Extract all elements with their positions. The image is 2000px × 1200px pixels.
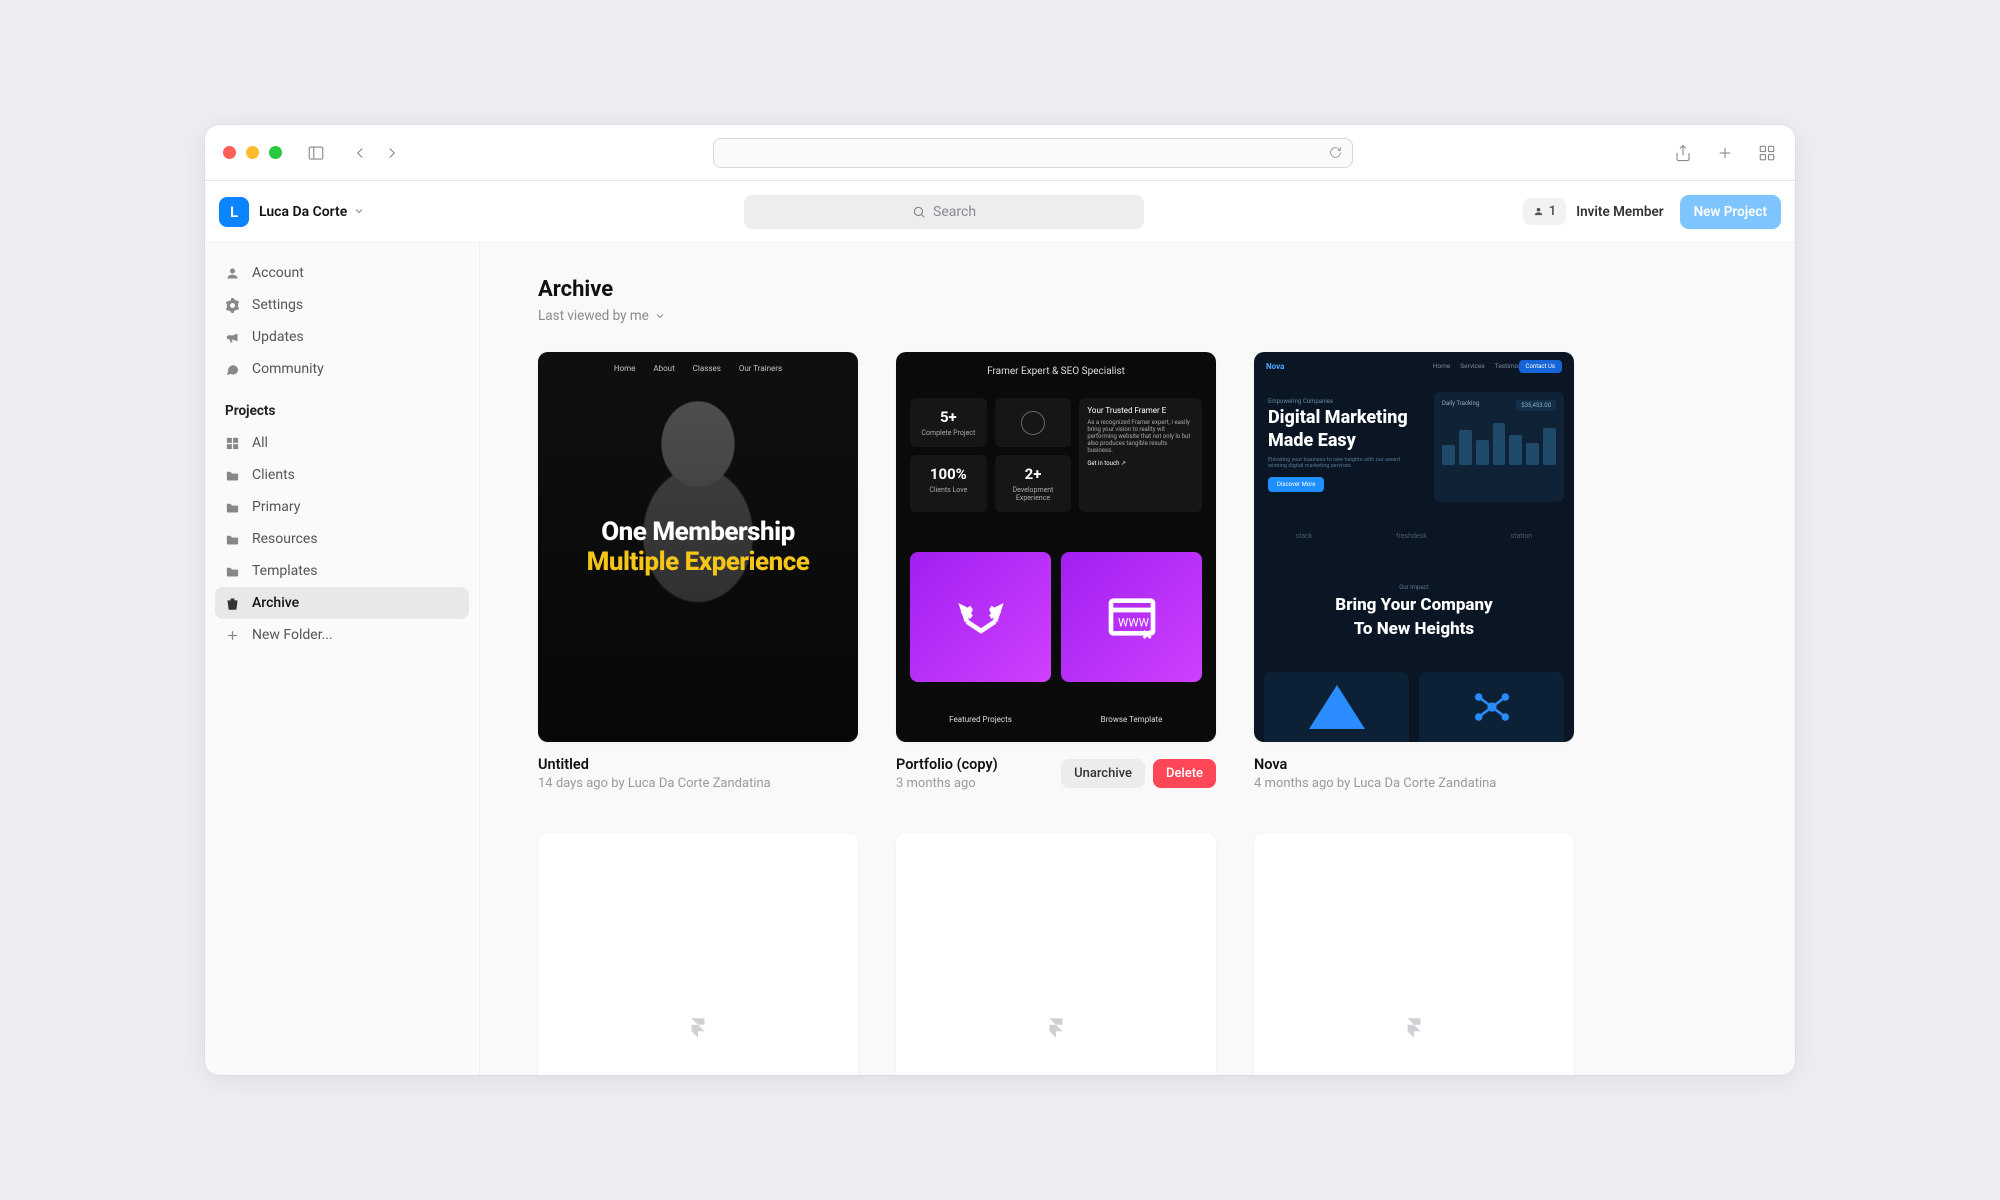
framer-icon	[1043, 1015, 1069, 1041]
project-thumbnail-empty	[538, 833, 858, 1075]
project-title: Untitled	[538, 756, 858, 773]
project-card[interactable]	[538, 833, 858, 1075]
back-icon[interactable]	[350, 143, 370, 163]
sidebar-item-label: Updates	[252, 329, 304, 345]
sort-dropdown[interactable]: Last viewed by me	[538, 308, 1737, 324]
framer-icon	[1401, 1015, 1427, 1041]
gear-icon	[225, 298, 240, 313]
sidebar-item-label: New Folder...	[252, 627, 333, 643]
sidebar: Account Settings Updates Community Proje…	[205, 243, 480, 1075]
new-project-button[interactable]: New Project	[1680, 195, 1781, 229]
project-card[interactable]: Nova HomeServicesTestimonialsPricing Con…	[1254, 352, 1574, 791]
project-grid: Home About Classes Our Trainers One Memb…	[538, 352, 1737, 1075]
chevron-down-icon	[654, 310, 666, 322]
grid-icon	[225, 436, 240, 451]
sidebar-item-label: All	[252, 435, 268, 451]
project-card[interactable]: Framer Expert & SEO Specialist 5+Complet…	[896, 352, 1216, 791]
sidebar-item-all[interactable]: All	[215, 427, 469, 459]
plus-icon	[225, 628, 240, 643]
sidebar-item-updates[interactable]: Updates	[215, 321, 469, 353]
folder-icon	[225, 500, 240, 515]
app-bar: L Luca Da Corte Search 1 Invite Member N…	[205, 181, 1795, 243]
search-input[interactable]: Search	[744, 195, 1144, 229]
project-card[interactable]	[1254, 833, 1574, 1075]
project-card[interactable]	[896, 833, 1216, 1075]
search-placeholder: Search	[933, 204, 976, 220]
project-title: Portfolio (copy)	[896, 756, 1053, 773]
share-icon[interactable]	[1673, 143, 1693, 163]
project-thumbnail-empty	[1254, 833, 1574, 1075]
person-icon	[1533, 206, 1544, 217]
project-thumbnail: Framer Expert & SEO Specialist 5+Complet…	[896, 352, 1216, 742]
unarchive-button[interactable]: Unarchive	[1061, 759, 1145, 788]
close-window-icon[interactable]	[223, 146, 236, 159]
sidebar-item-settings[interactable]: Settings	[215, 289, 469, 321]
sidebar-item-label: Templates	[252, 563, 318, 579]
traffic-lights	[223, 146, 282, 159]
person-icon	[225, 266, 240, 281]
page-title: Archive	[538, 277, 1737, 302]
sidebar-item-label: Primary	[252, 499, 300, 515]
forward-icon[interactable]	[382, 143, 402, 163]
workspace-avatar[interactable]: L	[219, 197, 249, 227]
delete-button[interactable]: Delete	[1153, 759, 1216, 788]
framer-icon	[685, 1015, 711, 1041]
search-icon	[912, 205, 926, 219]
megaphone-icon	[225, 330, 240, 345]
sidebar-item-new-folder[interactable]: New Folder...	[215, 619, 469, 651]
project-meta: 3 months ago	[896, 776, 1053, 791]
sidebar-item-label: Clients	[252, 467, 295, 483]
maximize-window-icon[interactable]	[269, 146, 282, 159]
project-meta: 14 days ago by Luca Da Corte Zandatina	[538, 776, 858, 791]
sidebar-item-label: Account	[252, 265, 304, 281]
minimize-window-icon[interactable]	[246, 146, 259, 159]
trash-icon	[225, 596, 240, 611]
new-tab-icon[interactable]	[1715, 143, 1735, 163]
titlebar	[205, 125, 1795, 181]
sidebar-item-templates[interactable]: Templates	[215, 555, 469, 587]
project-meta: 4 months ago by Luca Da Corte Zandatina	[1254, 776, 1574, 791]
project-title: Nova	[1254, 756, 1574, 773]
address-bar[interactable]	[713, 138, 1353, 168]
sort-label: Last viewed by me	[538, 308, 649, 324]
sidebar-item-label: Resources	[252, 531, 318, 547]
sidebar-item-resources[interactable]: Resources	[215, 523, 469, 555]
folder-icon	[225, 468, 240, 483]
svg-text:WWW: WWW	[1118, 615, 1150, 629]
sidebar-item-label: Community	[252, 361, 324, 377]
main-content: Archive Last viewed by me Home About Cla…	[480, 243, 1795, 1075]
sidebar-toggle-icon[interactable]	[306, 143, 326, 163]
chevron-down-icon[interactable]	[353, 202, 365, 221]
project-thumbnail-empty	[896, 833, 1216, 1075]
folder-icon	[225, 532, 240, 547]
sidebar-item-primary[interactable]: Primary	[215, 491, 469, 523]
project-card[interactable]: Home About Classes Our Trainers One Memb…	[538, 352, 858, 791]
chat-icon	[225, 362, 240, 377]
sidebar-item-archive[interactable]: Archive	[215, 587, 469, 619]
folder-icon	[225, 564, 240, 579]
address-bar-container	[412, 138, 1653, 168]
sidebar-item-clients[interactable]: Clients	[215, 459, 469, 491]
sidebar-item-label: Archive	[252, 595, 299, 611]
refresh-icon[interactable]	[1329, 146, 1342, 159]
workspace-name[interactable]: Luca Da Corte	[259, 204, 347, 220]
sidebar-item-account[interactable]: Account	[215, 257, 469, 289]
tabs-overview-icon[interactable]	[1757, 143, 1777, 163]
app-window: L Luca Da Corte Search 1 Invite Member N…	[205, 125, 1795, 1075]
sidebar-item-label: Settings	[252, 297, 303, 313]
sidebar-heading-projects: Projects	[215, 385, 469, 427]
invite-member-button[interactable]: Invite Member	[1576, 204, 1663, 220]
project-thumbnail: Nova HomeServicesTestimonialsPricing Con…	[1254, 352, 1574, 742]
members-count[interactable]: 1	[1523, 198, 1566, 225]
project-thumbnail: Home About Classes Our Trainers One Memb…	[538, 352, 858, 742]
sidebar-item-community[interactable]: Community	[215, 353, 469, 385]
